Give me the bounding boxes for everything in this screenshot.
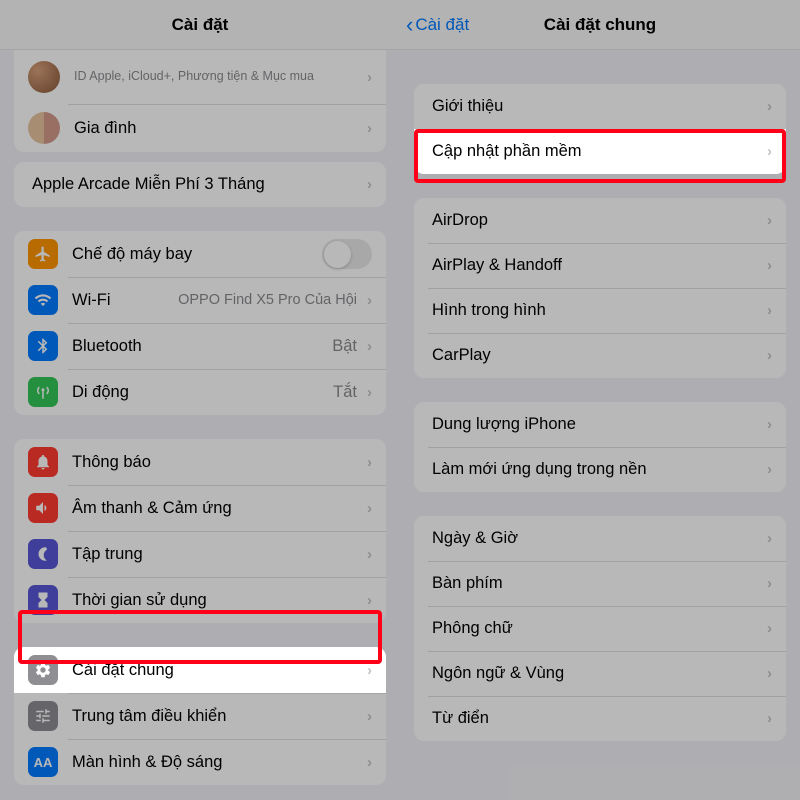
pip-row[interactable]: Hình trong hình › bbox=[414, 288, 786, 333]
wifi-row[interactable]: Wi-Fi OPPO Find X5 Pro Của Hội › bbox=[14, 277, 386, 323]
chevron-icon: › bbox=[367, 592, 372, 609]
datetime-row[interactable]: Ngày & Giờ › bbox=[414, 516, 786, 561]
notifications-row[interactable]: Thông báo › bbox=[14, 439, 386, 485]
general-header: ‹ Cài đặt Cài đặt chung bbox=[400, 0, 800, 50]
general-panel: ‹ Cài đặt Cài đặt chung Giới thiệu › Cập… bbox=[400, 0, 800, 800]
chevron-icon: › bbox=[767, 665, 772, 682]
arcade-row[interactable]: Apple Arcade Miễn Phí 3 Tháng › bbox=[14, 162, 386, 207]
chevron-icon: › bbox=[767, 575, 772, 592]
chevron-icon: › bbox=[767, 302, 772, 319]
chevron-icon: › bbox=[767, 416, 772, 433]
cellular-row[interactable]: Di động Tắt › bbox=[14, 369, 386, 415]
chevron-icon: › bbox=[367, 69, 372, 86]
bluetooth-value: Bật bbox=[332, 337, 357, 356]
airplay-row[interactable]: AirPlay & Handoff › bbox=[414, 243, 786, 288]
chevron-icon: › bbox=[767, 347, 772, 364]
general-title: Cài đặt chung bbox=[544, 15, 656, 35]
chevron-icon: › bbox=[367, 338, 372, 355]
family-row[interactable]: Gia đình › bbox=[14, 104, 386, 152]
sound-row[interactable]: Âm thanh & Cảm ứng › bbox=[14, 485, 386, 531]
software-update-row[interactable]: Cập nhật phần mềm › bbox=[414, 129, 786, 174]
text-size-icon: AA bbox=[28, 747, 58, 777]
chevron-icon: › bbox=[767, 620, 772, 637]
chevron-icon: › bbox=[767, 257, 772, 274]
chevron-icon: › bbox=[367, 500, 372, 517]
keyboard-row[interactable]: Bàn phím › bbox=[414, 561, 786, 606]
storage-row[interactable]: Dung lượng iPhone › bbox=[414, 402, 786, 447]
general-row[interactable]: Cài đặt chung › bbox=[14, 647, 386, 693]
bluetooth-row[interactable]: Bluetooth Bật › bbox=[14, 323, 386, 369]
gear-icon bbox=[28, 655, 58, 685]
chevron-icon: › bbox=[367, 292, 372, 309]
bell-icon bbox=[28, 447, 58, 477]
chevron-icon: › bbox=[767, 530, 772, 547]
carplay-row[interactable]: CarPlay › bbox=[414, 333, 786, 378]
chevron-icon: › bbox=[367, 546, 372, 563]
screentime-row[interactable]: Thời gian sử dụng › bbox=[14, 577, 386, 623]
chevron-icon: › bbox=[367, 384, 372, 401]
about-row[interactable]: Giới thiệu › bbox=[414, 84, 786, 129]
wifi-icon bbox=[28, 285, 58, 315]
controlcenter-row[interactable]: Trung tâm điều khiển › bbox=[14, 693, 386, 739]
chevron-icon: › bbox=[367, 754, 372, 771]
chevron-icon: › bbox=[367, 708, 372, 725]
sliders-icon bbox=[28, 701, 58, 731]
chevron-icon: › bbox=[367, 176, 372, 193]
chevron-icon: › bbox=[767, 461, 772, 478]
back-button[interactable]: ‹ Cài đặt bbox=[406, 12, 469, 38]
settings-header: Cài đặt bbox=[0, 0, 400, 50]
appleid-subtitle: ID Apple, iCloud+, Phương tiện & Mục mua bbox=[74, 69, 363, 85]
chevron-icon: › bbox=[367, 454, 372, 471]
airplane-icon bbox=[28, 239, 58, 269]
dictionary-row[interactable]: Từ điển › bbox=[414, 696, 786, 741]
chevron-icon: › bbox=[767, 710, 772, 727]
chevron-left-icon: ‹ bbox=[406, 12, 413, 38]
settings-panel: Cài đặt ID Apple, iCloud+, Phương tiện &… bbox=[0, 0, 400, 800]
chevron-icon: › bbox=[367, 120, 372, 137]
appleid-row[interactable]: ID Apple, iCloud+, Phương tiện & Mục mua… bbox=[14, 50, 386, 104]
background-refresh-row[interactable]: Làm mới ứng dụng trong nền › bbox=[414, 447, 786, 492]
hourglass-icon bbox=[28, 585, 58, 615]
chevron-icon: › bbox=[767, 98, 772, 115]
airplane-toggle[interactable] bbox=[322, 239, 372, 269]
back-label: Cài đặt bbox=[415, 15, 469, 35]
chevron-icon: › bbox=[767, 212, 772, 229]
language-row[interactable]: Ngôn ngữ & Vùng › bbox=[414, 651, 786, 696]
bluetooth-icon bbox=[28, 331, 58, 361]
fonts-row[interactable]: Phông chữ › bbox=[414, 606, 786, 651]
cellular-value: Tắt bbox=[333, 383, 357, 402]
wifi-value: OPPO Find X5 Pro Của Hội bbox=[178, 292, 357, 308]
antenna-icon bbox=[28, 377, 58, 407]
display-row[interactable]: AA Màn hình & Độ sáng › bbox=[14, 739, 386, 785]
airdrop-row[interactable]: AirDrop › bbox=[414, 198, 786, 243]
airplane-row[interactable]: Chế độ máy bay bbox=[14, 231, 386, 277]
focus-row[interactable]: Tập trung › bbox=[14, 531, 386, 577]
chevron-icon: › bbox=[767, 143, 772, 160]
settings-title: Cài đặt bbox=[172, 15, 229, 35]
speaker-icon bbox=[28, 493, 58, 523]
family-avatar-icon bbox=[28, 112, 60, 144]
avatar-icon bbox=[28, 61, 60, 93]
moon-icon bbox=[28, 539, 58, 569]
chevron-icon: › bbox=[367, 662, 372, 679]
